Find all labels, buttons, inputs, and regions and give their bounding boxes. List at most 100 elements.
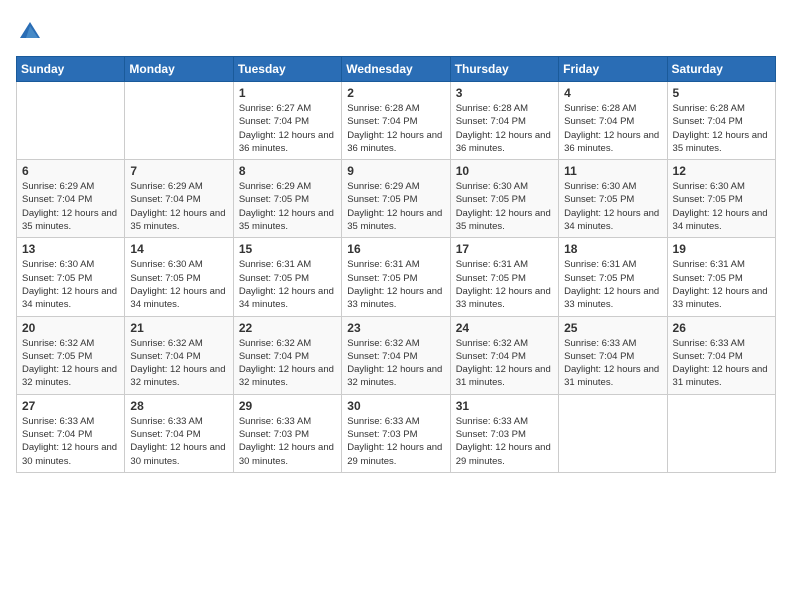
header-thursday: Thursday: [450, 57, 558, 82]
day-cell: 24 Sunrise: 6:32 AM Sunset: 7:04 PM Dayli…: [450, 316, 558, 394]
day-cell: [559, 394, 667, 472]
day-info: Sunrise: 6:32 AM Sunset: 7:04 PM Dayligh…: [347, 337, 444, 390]
day-cell: 26 Sunrise: 6:33 AM Sunset: 7:04 PM Dayli…: [667, 316, 775, 394]
day-number: 29: [239, 399, 336, 413]
day-number: 9: [347, 164, 444, 178]
day-info: Sunrise: 6:31 AM Sunset: 7:05 PM Dayligh…: [456, 258, 553, 311]
day-cell: 11 Sunrise: 6:30 AM Sunset: 7:05 PM Dayli…: [559, 160, 667, 238]
day-cell: 25 Sunrise: 6:33 AM Sunset: 7:04 PM Dayli…: [559, 316, 667, 394]
day-info: Sunrise: 6:32 AM Sunset: 7:04 PM Dayligh…: [456, 337, 553, 390]
day-cell: 9Sunrise: 6:29 AM Sunset: 7:05 PM Daylig…: [342, 160, 450, 238]
day-cell: 6 Sunrise: 6:29 AM Sunset: 7:04 PM Daylig…: [17, 160, 125, 238]
day-cell: 30Sunrise: 6:33 AM Sunset: 7:03 PM Dayli…: [342, 394, 450, 472]
day-number: 26: [673, 321, 770, 335]
day-cell: 13 Sunrise: 6:30 AM Sunset: 7:05 PM Dayli…: [17, 238, 125, 316]
logo-icon: [16, 16, 44, 44]
header-row: SundayMondayTuesdayWednesdayThursdayFrid…: [17, 57, 776, 82]
day-number: 1: [239, 86, 336, 100]
day-number: 28: [130, 399, 227, 413]
day-info: Sunrise: 6:30 AM Sunset: 7:05 PM Dayligh…: [456, 180, 553, 233]
day-number: 7: [130, 164, 227, 178]
day-info: Sunrise: 6:30 AM Sunset: 7:05 PM Dayligh…: [22, 258, 119, 311]
logo: [16, 16, 48, 44]
day-number: 20: [22, 321, 119, 335]
header-wednesday: Wednesday: [342, 57, 450, 82]
day-cell: [125, 82, 233, 160]
day-info: Sunrise: 6:33 AM Sunset: 7:04 PM Dayligh…: [673, 337, 770, 390]
calendar-table: SundayMondayTuesdayWednesdayThursdayFrid…: [16, 56, 776, 473]
day-cell: 10 Sunrise: 6:30 AM Sunset: 7:05 PM Dayli…: [450, 160, 558, 238]
page-header: [16, 16, 776, 44]
day-number: 25: [564, 321, 661, 335]
day-cell: 8 Sunrise: 6:29 AM Sunset: 7:05 PM Daylig…: [233, 160, 341, 238]
day-number: 27: [22, 399, 119, 413]
header-tuesday: Tuesday: [233, 57, 341, 82]
day-cell: 14 Sunrise: 6:30 AM Sunset: 7:05 PM Dayli…: [125, 238, 233, 316]
day-number: 17: [456, 242, 553, 256]
day-number: 31: [456, 399, 553, 413]
day-cell: 1 Sunrise: 6:27 AM Sunset: 7:04 PM Daylig…: [233, 82, 341, 160]
day-cell: 7 Sunrise: 6:29 AM Sunset: 7:04 PM Daylig…: [125, 160, 233, 238]
day-number: 3: [456, 86, 553, 100]
day-info: Sunrise: 6:33 AM Sunset: 7:04 PM Dayligh…: [22, 415, 119, 468]
day-info: Sunrise: 6:33 AM Sunset: 7:04 PM Dayligh…: [130, 415, 227, 468]
day-info: Sunrise: 6:32 AM Sunset: 7:04 PM Dayligh…: [130, 337, 227, 390]
day-cell: 21 Sunrise: 6:32 AM Sunset: 7:04 PM Dayli…: [125, 316, 233, 394]
day-number: 24: [456, 321, 553, 335]
day-number: 10: [456, 164, 553, 178]
week-row-1: 1 Sunrise: 6:27 AM Sunset: 7:04 PM Daylig…: [17, 82, 776, 160]
day-info: Sunrise: 6:32 AM Sunset: 7:04 PM Dayligh…: [239, 337, 336, 390]
day-info: Sunrise: 6:33 AM Sunset: 7:03 PM Dayligh…: [456, 415, 553, 468]
day-number: 21: [130, 321, 227, 335]
day-number: 15: [239, 242, 336, 256]
day-cell: 3Sunrise: 6:28 AM Sunset: 7:04 PM Daylig…: [450, 82, 558, 160]
day-info: Sunrise: 6:30 AM Sunset: 7:05 PM Dayligh…: [673, 180, 770, 233]
day-number: 16: [347, 242, 444, 256]
day-info: Sunrise: 6:30 AM Sunset: 7:05 PM Dayligh…: [130, 258, 227, 311]
day-info: Sunrise: 6:33 AM Sunset: 7:04 PM Dayligh…: [564, 337, 661, 390]
day-info: Sunrise: 6:28 AM Sunset: 7:04 PM Dayligh…: [347, 102, 444, 155]
calendar-header: SundayMondayTuesdayWednesdayThursdayFrid…: [17, 57, 776, 82]
day-cell: 15 Sunrise: 6:31 AM Sunset: 7:05 PM Dayli…: [233, 238, 341, 316]
calendar-body: 1 Sunrise: 6:27 AM Sunset: 7:04 PM Daylig…: [17, 82, 776, 473]
day-number: 11: [564, 164, 661, 178]
day-cell: 31 Sunrise: 6:33 AM Sunset: 7:03 PM Dayli…: [450, 394, 558, 472]
day-cell: 29 Sunrise: 6:33 AM Sunset: 7:03 PM Dayli…: [233, 394, 341, 472]
day-cell: 17 Sunrise: 6:31 AM Sunset: 7:05 PM Dayli…: [450, 238, 558, 316]
day-info: Sunrise: 6:28 AM Sunset: 7:04 PM Dayligh…: [564, 102, 661, 155]
day-info: Sunrise: 6:31 AM Sunset: 7:05 PM Dayligh…: [239, 258, 336, 311]
day-cell: [667, 394, 775, 472]
header-friday: Friday: [559, 57, 667, 82]
day-number: 14: [130, 242, 227, 256]
day-info: Sunrise: 6:33 AM Sunset: 7:03 PM Dayligh…: [239, 415, 336, 468]
day-number: 30: [347, 399, 444, 413]
day-number: 5: [673, 86, 770, 100]
week-row-3: 13 Sunrise: 6:30 AM Sunset: 7:05 PM Dayli…: [17, 238, 776, 316]
day-number: 12: [673, 164, 770, 178]
day-info: Sunrise: 6:32 AM Sunset: 7:05 PM Dayligh…: [22, 337, 119, 390]
day-cell: 16 Sunrise: 6:31 AM Sunset: 7:05 PM Dayli…: [342, 238, 450, 316]
day-info: Sunrise: 6:30 AM Sunset: 7:05 PM Dayligh…: [564, 180, 661, 233]
day-number: 18: [564, 242, 661, 256]
day-cell: [17, 82, 125, 160]
day-cell: 18Sunrise: 6:31 AM Sunset: 7:05 PM Dayli…: [559, 238, 667, 316]
day-info: Sunrise: 6:28 AM Sunset: 7:04 PM Dayligh…: [673, 102, 770, 155]
day-number: 13: [22, 242, 119, 256]
day-info: Sunrise: 6:29 AM Sunset: 7:05 PM Dayligh…: [239, 180, 336, 233]
day-cell: 22 Sunrise: 6:32 AM Sunset: 7:04 PM Dayli…: [233, 316, 341, 394]
day-number: 22: [239, 321, 336, 335]
day-info: Sunrise: 6:31 AM Sunset: 7:05 PM Dayligh…: [347, 258, 444, 311]
week-row-4: 20 Sunrise: 6:32 AM Sunset: 7:05 PM Dayli…: [17, 316, 776, 394]
day-info: Sunrise: 6:29 AM Sunset: 7:04 PM Dayligh…: [130, 180, 227, 233]
day-number: 2: [347, 86, 444, 100]
day-info: Sunrise: 6:29 AM Sunset: 7:04 PM Dayligh…: [22, 180, 119, 233]
day-number: 6: [22, 164, 119, 178]
day-number: 8: [239, 164, 336, 178]
week-row-5: 27 Sunrise: 6:33 AM Sunset: 7:04 PM Dayli…: [17, 394, 776, 472]
day-info: Sunrise: 6:27 AM Sunset: 7:04 PM Dayligh…: [239, 102, 336, 155]
week-row-2: 6 Sunrise: 6:29 AM Sunset: 7:04 PM Daylig…: [17, 160, 776, 238]
day-cell: 12 Sunrise: 6:30 AM Sunset: 7:05 PM Dayli…: [667, 160, 775, 238]
day-cell: 5 Sunrise: 6:28 AM Sunset: 7:04 PM Daylig…: [667, 82, 775, 160]
day-cell: 20 Sunrise: 6:32 AM Sunset: 7:05 PM Dayli…: [17, 316, 125, 394]
day-info: Sunrise: 6:31 AM Sunset: 7:05 PM Dayligh…: [673, 258, 770, 311]
